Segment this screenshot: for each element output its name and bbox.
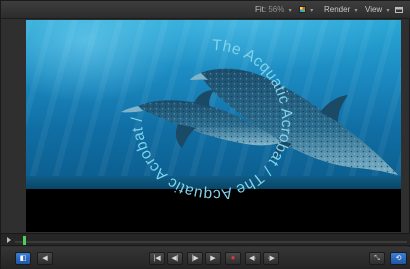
next-frame-icon: |▶	[191, 255, 199, 262]
go-to-start-icon: |◀	[153, 255, 161, 262]
fullscreen-icon: ⤡	[374, 255, 380, 262]
previous-frame-icon: ◀|	[171, 255, 179, 262]
next-frame-button[interactable]: |▶	[187, 252, 203, 265]
fit-zoom-menu[interactable]: Fit: 56% ▾	[255, 4, 292, 16]
canvas-viewer[interactable]: The Acquatic Acrobat / The Acquatic Acro…	[26, 20, 401, 232]
color-channels-button[interactable]: ▾	[299, 4, 315, 16]
view-label: View	[365, 5, 383, 14]
fullscreen-button[interactable]: ⤡	[369, 252, 385, 265]
previous-marker-button[interactable]: ◀·	[245, 252, 261, 265]
timeline-track[interactable]	[15, 241, 407, 243]
next-marker-button[interactable]: ·▶	[263, 252, 279, 265]
playhead[interactable]	[23, 236, 26, 245]
chevron-down-icon: ▾	[288, 8, 292, 14]
canvas-artwork: The Acquatic Acrobat / The Acquatic Acro…	[121, 37, 398, 203]
previous-marker-icon: ◀·	[249, 255, 257, 262]
canvas-window: Fit: 56% ▾ ▾ Render ▾ View ▾ The Acquati…	[0, 0, 410, 269]
step-back-button[interactable]: ◀	[37, 252, 53, 265]
safe-zones-icon: ◧	[19, 255, 27, 262]
record-button[interactable]: ⏺	[225, 252, 241, 265]
viewer-layout-button[interactable]	[395, 4, 405, 16]
render-menu[interactable]: Render ▾	[324, 4, 358, 16]
loop-icon: ⟲	[395, 255, 402, 262]
viewer-layout-icon	[395, 7, 403, 13]
mini-timeline[interactable]	[1, 233, 410, 246]
render-label: Render	[324, 5, 351, 14]
chevron-down-icon: ▾	[354, 8, 358, 14]
safe-zones-button[interactable]: ◧	[15, 252, 31, 265]
record-icon: ⏺	[231, 255, 235, 262]
play-icon: ▶	[210, 255, 216, 262]
go-to-start-button[interactable]: |◀	[149, 252, 165, 265]
step-back-icon: ◀	[42, 255, 48, 262]
next-marker-icon: ·▶	[267, 255, 275, 262]
play-button[interactable]: ▶	[205, 252, 221, 265]
loop-button[interactable]: ⟲	[390, 252, 407, 265]
viewer-toolbar: Fit: 56% ▾ ▾ Render ▾ View ▾	[1, 1, 410, 19]
zoom-level: 56%	[268, 5, 285, 14]
fit-label: Fit:	[255, 5, 267, 14]
transport-controls: ◧ ◀ |◀ ◀| |▶ ▶ ⏺ ◀· ·▶ ⤡ ⟲	[1, 247, 410, 269]
view-menu[interactable]: View ▾	[365, 4, 389, 16]
chevron-down-icon: ▾	[310, 8, 314, 14]
color-channels-icon	[299, 6, 306, 13]
timeline-start-marker	[7, 237, 11, 243]
previous-frame-button[interactable]: ◀|	[167, 252, 183, 265]
chevron-down-icon: ▾	[386, 8, 390, 14]
